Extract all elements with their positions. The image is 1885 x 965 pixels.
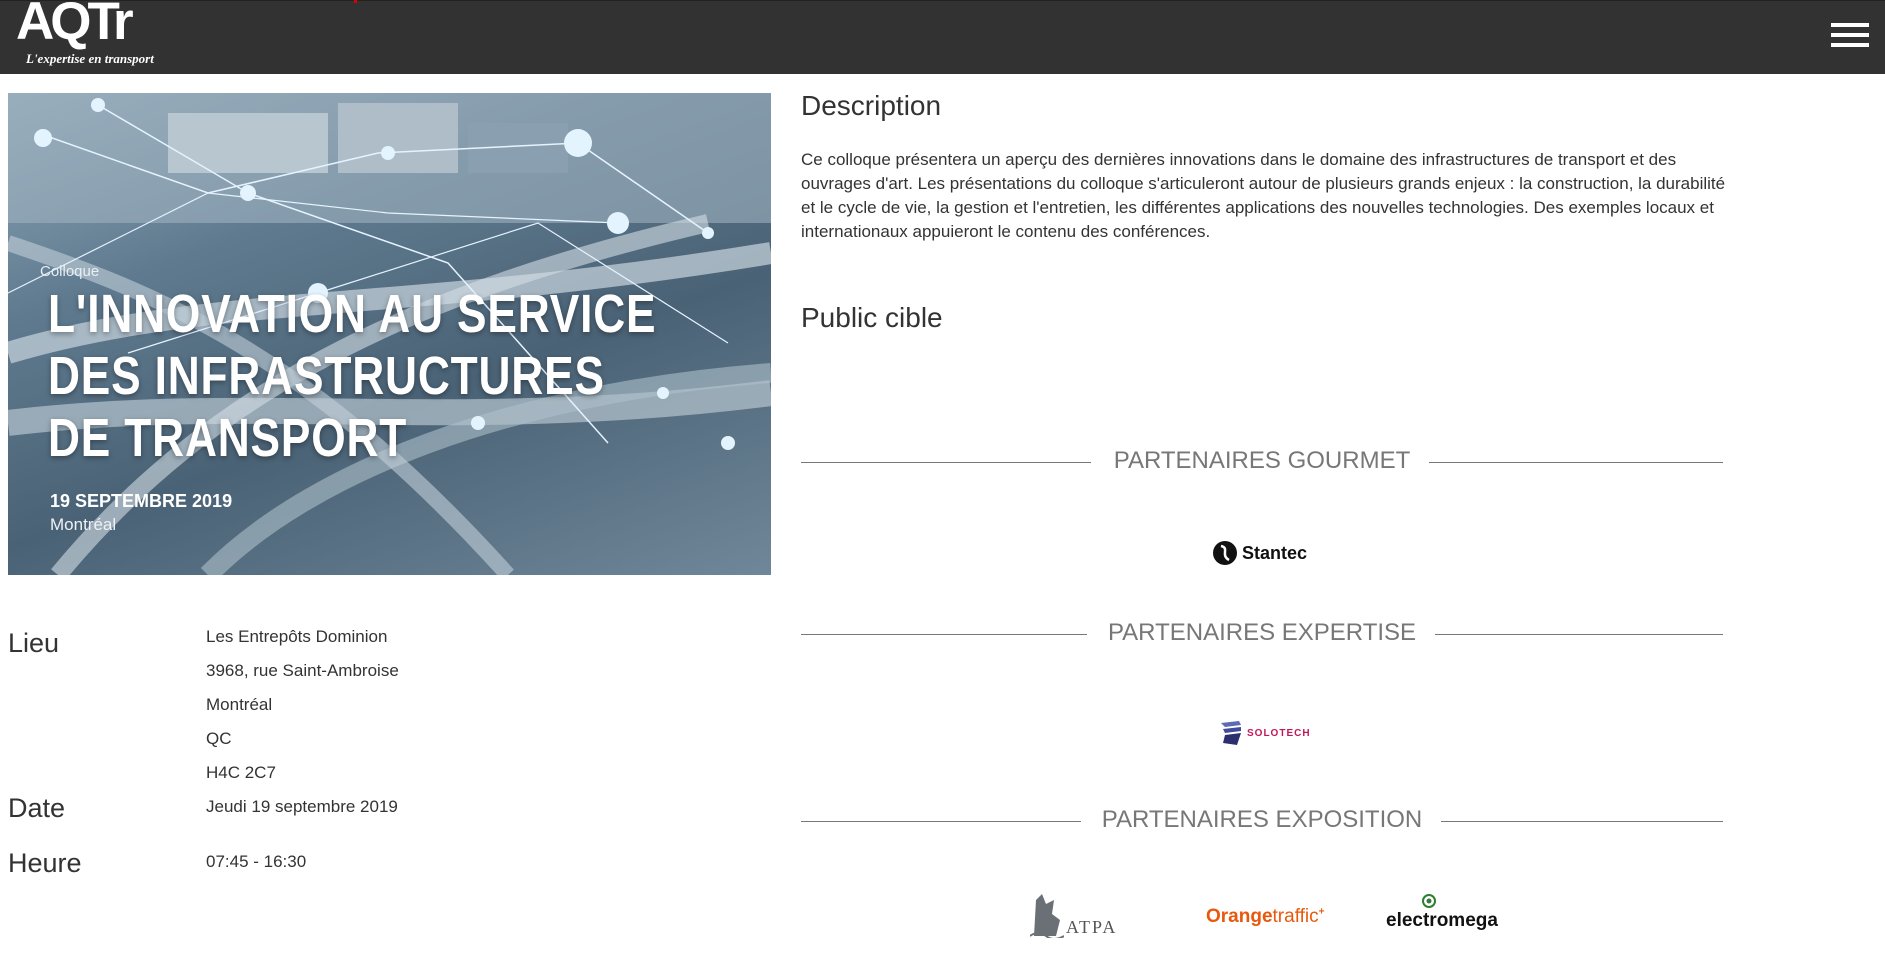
orange-traffic-logo[interactable]: Orangetraffic+ — [1206, 906, 1324, 928]
description-heading: Description — [801, 90, 942, 121]
event-banner-image: Colloque L'INNOVATION AU SERVICE DES INF… — [8, 93, 771, 575]
electromega-logo-text: electromega — [1386, 910, 1498, 931]
lieu-line: Montréal — [206, 695, 273, 714]
heure-label: Heure — [8, 848, 82, 878]
hero-title-line: DE TRANSPORT — [48, 408, 408, 468]
orange-logo-text: Orange — [1206, 906, 1273, 927]
stantec-logo-text: Stantec — [1242, 542, 1308, 563]
hero-title: L'INNOVATION AU SERVICE DES INFRASTRUCTU… — [48, 283, 657, 469]
partenaires-exposition-heading: PARTENAIRES EXPOSITION — [801, 806, 1723, 836]
description-text: Ce colloque présentera un aperçu des der… — [801, 150, 1726, 241]
traffic-logo-text: traffic — [1272, 906, 1319, 927]
section-title: PARTENAIRES EXPOSITION — [1101, 806, 1423, 833]
decorative-mark — [354, 0, 357, 3]
solotech-emblem-icon — [1221, 721, 1241, 745]
electromega-emblem-icon — [1422, 894, 1436, 908]
electromega-logo[interactable]: electromega — [1386, 894, 1498, 931]
hero-title-line: DES INFRASTRUCTURES — [48, 346, 605, 406]
top-navigation-bar: AQTr L'expertise en transport — [0, 0, 1885, 74]
date-label: Date — [8, 793, 66, 823]
lieu-line: 3968, rue Saint-Ambroise — [206, 661, 399, 680]
hero-kicker: Colloque — [40, 263, 100, 280]
stantec-logo[interactable]: Stantec — [1212, 540, 1307, 566]
lieu-line: H4C 2C7 — [206, 763, 276, 782]
date-value: Jeudi 19 septembre 2019 — [206, 797, 398, 816]
solotech-logo-text: SOLOTECH — [1247, 727, 1311, 739]
heure-value: 07:45 - 16:30 — [206, 852, 307, 871]
section-title: PARTENAIRES EXPERTISE — [1107, 619, 1417, 646]
section-title: PARTENAIRES GOURMET — [1113, 447, 1411, 474]
aqtr-logo[interactable]: AQTr L'expertise en transport — [16, 0, 176, 71]
lieu-line: Les Entrepôts Dominion — [206, 627, 388, 646]
partenaires-expertise-heading: PARTENAIRES EXPERTISE — [801, 619, 1723, 649]
hamburger-menu-icon[interactable] — [1831, 23, 1869, 49]
logo-tagline: L'expertise en transport — [26, 51, 154, 66]
partenaires-gourmet-heading: PARTENAIRES GOURMET — [801, 447, 1723, 477]
lieu-line: QC — [206, 729, 232, 748]
solotech-logo[interactable]: SOLOTECH — [1219, 719, 1311, 747]
hero-title-line: L'INNOVATION AU SERVICE — [48, 284, 657, 344]
public-cible-heading: Public cible — [801, 302, 943, 333]
lieu-label: Lieu — [8, 628, 60, 658]
stantec-emblem-icon — [1213, 541, 1237, 565]
atpa-emblem-icon — [1030, 894, 1064, 938]
logo-mark: AQTr — [16, 0, 134, 51]
atpa-logo-text: ATPA — [1066, 917, 1118, 937]
atpa-logo[interactable]: ATPA — [1030, 890, 1117, 938]
hero-city: Montréal — [50, 515, 117, 534]
hero-date: 19 SEPTEMBRE 2019 — [50, 491, 233, 511]
